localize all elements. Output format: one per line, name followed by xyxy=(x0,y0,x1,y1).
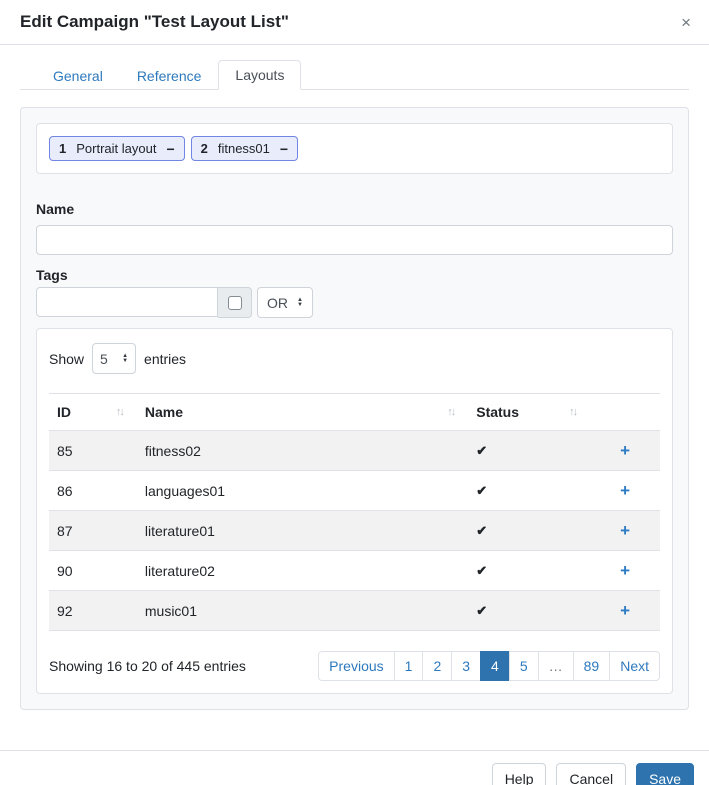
table-row: 85fitness02 ✔ + xyxy=(49,431,660,471)
layout-chip[interactable]: 2 fitness01− xyxy=(191,136,298,161)
tags-label: Tags xyxy=(36,267,673,283)
tags-operator-select[interactable]: OR ▲▼ xyxy=(257,287,313,318)
remove-layout-icon[interactable]: − xyxy=(166,142,174,156)
cell-status: ✔ xyxy=(468,471,590,511)
check-icon: ✔ xyxy=(476,603,487,618)
tags-input[interactable] xyxy=(36,287,218,317)
sort-icon: ↑↓ xyxy=(116,406,129,418)
modal-title: Edit Campaign "Test Layout List" xyxy=(20,12,289,32)
cell-status: ✔ xyxy=(468,431,590,471)
cell-action: + xyxy=(590,471,660,511)
cell-name: literature02 xyxy=(137,551,468,591)
tab-general[interactable]: General xyxy=(36,60,120,90)
chip-order: 2 xyxy=(201,141,208,156)
add-layout-icon[interactable]: + xyxy=(620,442,630,459)
cell-status: ✔ xyxy=(468,511,590,551)
table-row: 92music01 ✔ + xyxy=(49,591,660,631)
tab-bar: GeneralReferenceLayouts xyxy=(20,60,689,90)
page-2[interactable]: 2 xyxy=(422,651,452,681)
page-next[interactable]: Next xyxy=(609,651,660,681)
save-button[interactable]: Save xyxy=(636,763,694,785)
name-label: Name xyxy=(36,201,673,217)
cell-status: ✔ xyxy=(468,591,590,631)
table-row: 86languages01 ✔ + xyxy=(49,471,660,511)
cell-id: 92 xyxy=(49,591,137,631)
column-header-status[interactable]: Status ↑↓ xyxy=(468,394,590,431)
check-icon: ✔ xyxy=(476,523,487,538)
select-arrows-icon: ▲▼ xyxy=(122,354,128,364)
tags-checkbox[interactable] xyxy=(228,296,242,310)
add-layout-icon[interactable]: + xyxy=(620,482,630,499)
cell-id: 86 xyxy=(49,471,137,511)
selected-layouts-panel: 1Portrait layout−2fitness01− xyxy=(36,123,673,174)
cell-action: + xyxy=(590,511,660,551)
page-length-value: 5 xyxy=(100,351,108,367)
tab-layouts[interactable]: Layouts xyxy=(218,60,301,90)
add-layout-icon[interactable]: + xyxy=(620,522,630,539)
cell-action: + xyxy=(590,591,660,631)
page-4[interactable]: 4 xyxy=(480,651,510,681)
cell-name: fitness02 xyxy=(137,431,468,471)
column-header-action xyxy=(590,394,660,431)
page-…: … xyxy=(538,651,574,681)
page-5[interactable]: 5 xyxy=(509,651,539,681)
cell-id: 90 xyxy=(49,551,137,591)
show-label: Show xyxy=(49,351,84,367)
tags-addon xyxy=(218,287,252,318)
help-button[interactable]: Help xyxy=(492,763,547,785)
chip-label: Portrait layout xyxy=(76,141,156,156)
cell-status: ✔ xyxy=(468,551,590,591)
column-header-id[interactable]: ID ↑↓ xyxy=(49,394,137,431)
cell-action: + xyxy=(590,431,660,471)
table-info: Showing 16 to 20 of 445 entries xyxy=(49,658,246,674)
layouts-table-panel: Show 5 ▲▼ entries ID ↑↓ xyxy=(36,328,673,694)
pagination: Previous12345…89Next xyxy=(318,651,660,681)
tags-operator-value: OR xyxy=(267,295,288,311)
remove-layout-icon[interactable]: − xyxy=(280,142,288,156)
tags-filter-group: OR ▲▼ xyxy=(36,287,673,318)
column-header-name[interactable]: Name ↑↓ xyxy=(137,394,468,431)
page-length-select[interactable]: 5 ▲▼ xyxy=(92,343,136,374)
tab-reference[interactable]: Reference xyxy=(120,60,219,90)
page-89[interactable]: 89 xyxy=(573,651,611,681)
close-icon[interactable]: × xyxy=(677,10,695,35)
modal-body: GeneralReferenceLayouts 1 Portrait layout… xyxy=(0,60,709,710)
add-layout-icon[interactable]: + xyxy=(620,602,630,619)
cell-name: literature01 xyxy=(137,511,468,551)
page-previous[interactable]: Previous xyxy=(318,651,394,681)
chip-order: 1 xyxy=(59,141,66,156)
modal-footer: Help Cancel Save xyxy=(0,750,709,785)
page-1[interactable]: 1 xyxy=(394,651,424,681)
select-arrows-icon: ▲▼ xyxy=(297,298,303,308)
layouts-table: ID ↑↓ Name ↑↓ xyxy=(49,393,660,631)
table-row: 87literature01 ✔ + xyxy=(49,511,660,551)
cell-id: 87 xyxy=(49,511,137,551)
chip-label: fitness01 xyxy=(218,141,270,156)
table-footer: Showing 16 to 20 of 445 entries Previous… xyxy=(49,651,660,681)
add-layout-icon[interactable]: + xyxy=(620,562,630,579)
check-icon: ✔ xyxy=(476,563,487,578)
page-length-control: Show 5 ▲▼ entries xyxy=(49,341,660,376)
check-icon: ✔ xyxy=(476,483,487,498)
cell-action: + xyxy=(590,551,660,591)
cancel-button[interactable]: Cancel xyxy=(556,763,626,785)
cell-id: 85 xyxy=(49,431,137,471)
table-header-row: ID ↑↓ Name ↑↓ xyxy=(49,394,660,431)
modal-header: Edit Campaign "Test Layout List" × xyxy=(0,0,709,45)
cell-name: languages01 xyxy=(137,471,468,511)
page-3[interactable]: 3 xyxy=(451,651,481,681)
cell-name: music01 xyxy=(137,591,468,631)
name-input[interactable] xyxy=(36,225,673,255)
sort-icon: ↑↓ xyxy=(447,406,460,418)
entries-label: entries xyxy=(144,351,186,367)
check-icon: ✔ xyxy=(476,443,487,458)
layouts-tab-panel: 1Portrait layout−2fitness01− Name Tags O… xyxy=(20,107,689,710)
table-row: 90literature02 ✔ + xyxy=(49,551,660,591)
sort-icon: ↑↓ xyxy=(569,406,582,418)
layout-chip[interactable]: 1 Portrait layout− xyxy=(49,136,185,161)
edit-campaign-modal: Edit Campaign "Test Layout List" × Gener… xyxy=(0,0,709,785)
